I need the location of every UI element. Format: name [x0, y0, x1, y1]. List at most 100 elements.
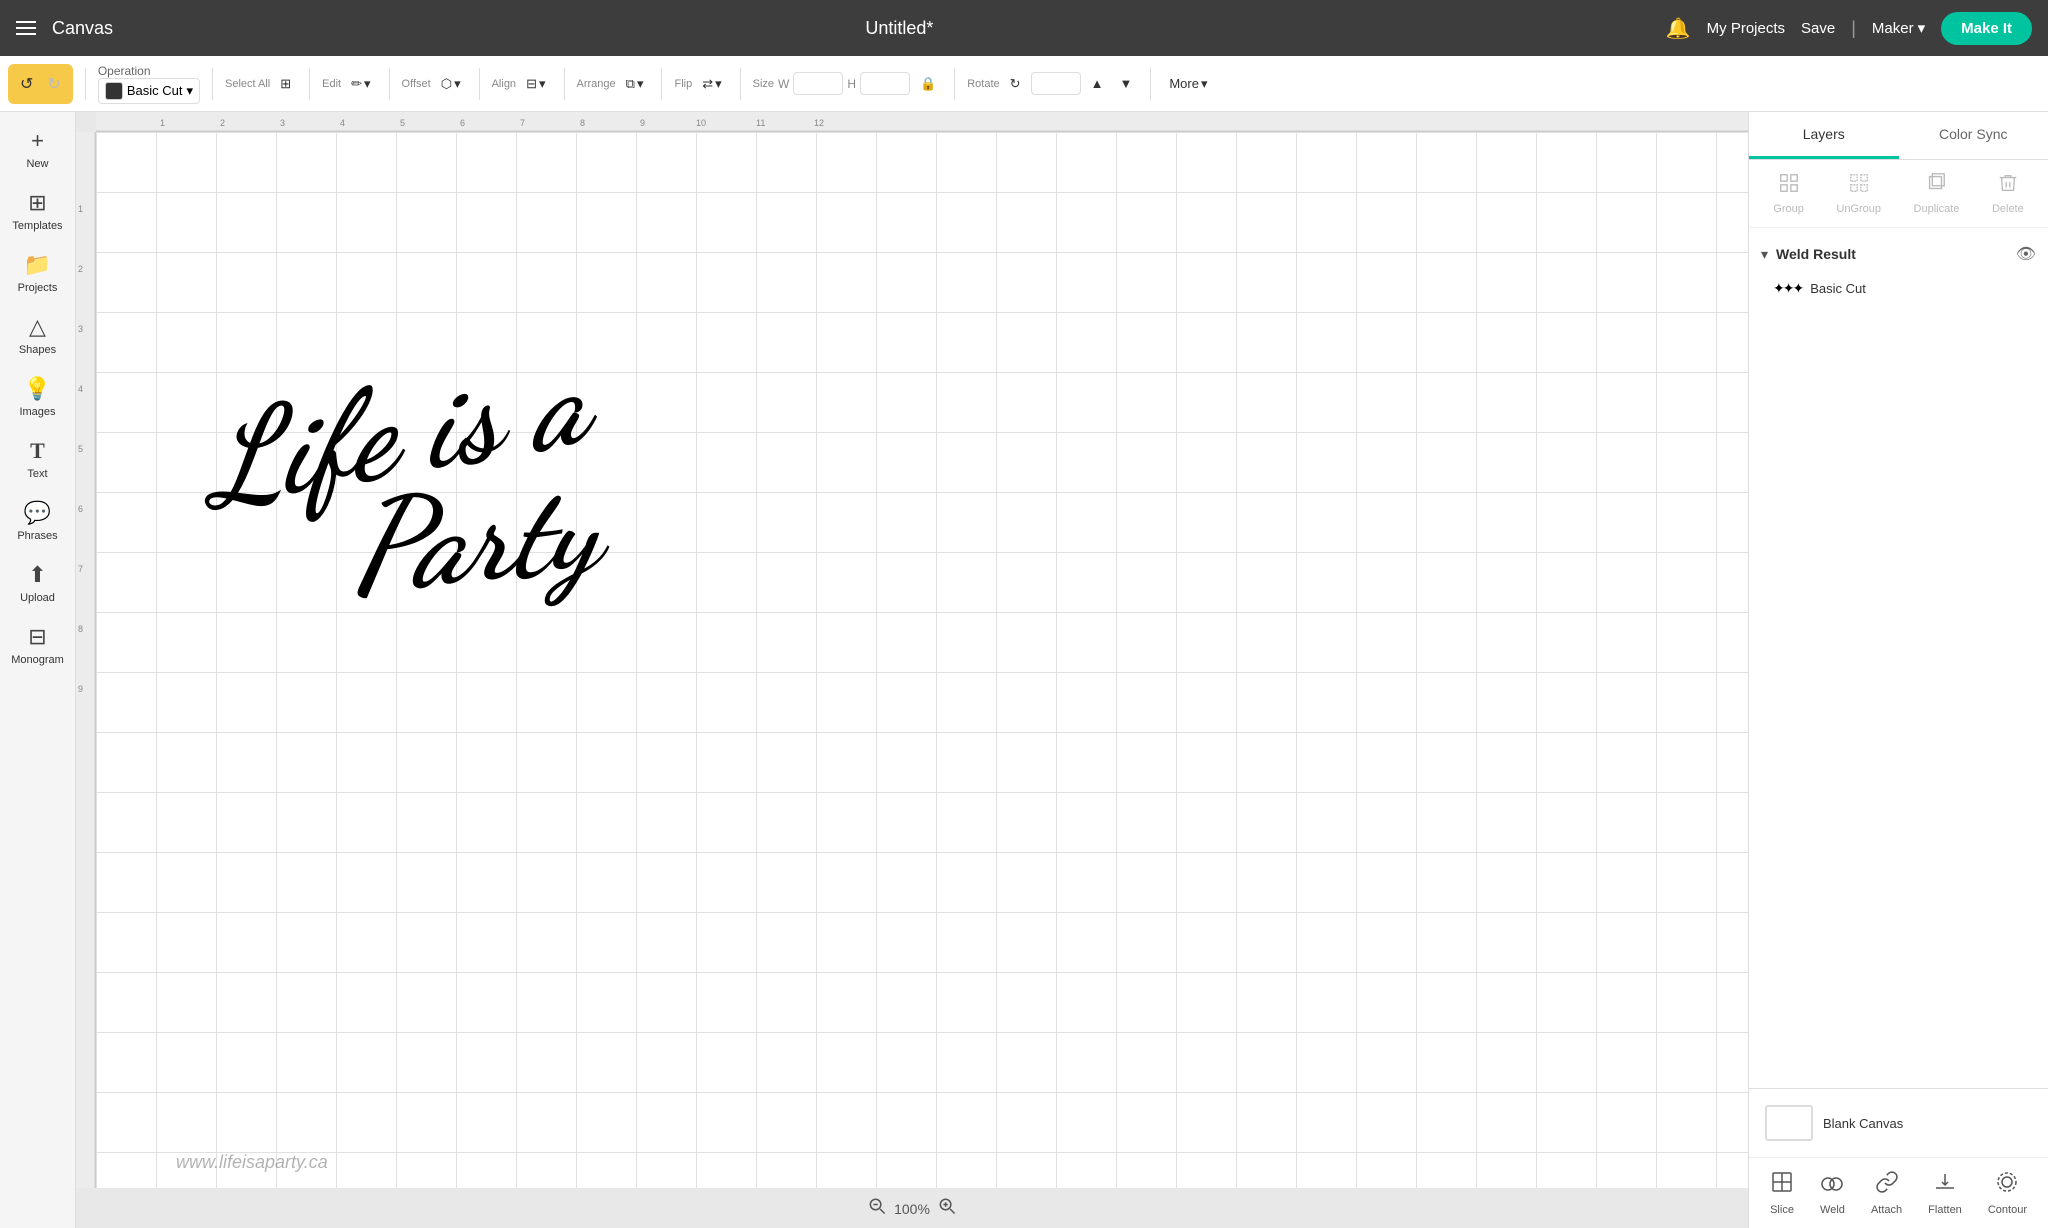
right-panel: Layers Color Sync Group: [1748, 112, 2048, 1228]
operation-chevron-icon: ▾: [186, 83, 193, 99]
blank-canvas-button[interactable]: Blank Canvas: [1761, 1101, 2036, 1145]
tab-color-sync[interactable]: Color Sync: [1899, 112, 2048, 159]
select-all-button[interactable]: ⊞: [274, 72, 297, 96]
sidebar-item-images[interactable]: 💡 Images: [4, 368, 72, 426]
sidebar-item-projects[interactable]: 📁 Projects: [4, 244, 72, 302]
svg-text:4: 4: [78, 384, 83, 394]
select-all-group: Select All ⊞: [225, 72, 297, 96]
sidebar-item-templates[interactable]: ⊞ Templates: [4, 182, 72, 240]
rotate-stepper-down[interactable]: ▼: [1113, 72, 1138, 95]
slice-button[interactable]: Slice: [1762, 1166, 1802, 1220]
tab-layers[interactable]: Layers: [1749, 112, 1899, 159]
undo-button[interactable]: ↺: [14, 70, 39, 98]
operation-group: Operation Basic Cut ▾: [98, 64, 200, 104]
toolbar: ↺ ↻ Operation Basic Cut ▾ Select All ⊞ E…: [0, 56, 2048, 112]
rotate-stepper-up[interactable]: ▲: [1085, 72, 1110, 95]
ungroup-button[interactable]: UnGroup: [1828, 168, 1889, 219]
group-icon: [1778, 172, 1800, 199]
height-input[interactable]: [860, 72, 910, 95]
attach-label: Attach: [1871, 1204, 1902, 1216]
delete-button[interactable]: Delete: [1984, 168, 2032, 219]
toolbar-separator-5: [479, 68, 480, 100]
slice-label: Slice: [1770, 1204, 1794, 1216]
svg-text:9: 9: [640, 118, 645, 128]
projects-icon: 📁: [24, 252, 51, 278]
svg-text:2: 2: [78, 264, 83, 274]
phrases-icon: 💬: [24, 500, 51, 526]
sidebar-item-label-monogram: Monogram: [11, 654, 64, 666]
svg-text:12: 12: [814, 118, 824, 128]
sidebar-item-phrases[interactable]: 💬 Phrases: [4, 492, 72, 550]
toolbar-separator-6: [564, 68, 565, 100]
lock-ratio-button[interactable]: 🔒: [914, 72, 942, 96]
canvas-watermark: www.lifeisaparty.ca: [176, 1152, 328, 1173]
sidebar-item-upload[interactable]: ⬆ Upload: [4, 554, 72, 612]
topbar-divider: |: [1851, 18, 1856, 39]
flip-label: Flip: [674, 78, 692, 90]
bell-icon[interactable]: 🔔: [1666, 16, 1691, 41]
rotate-input[interactable]: [1031, 72, 1081, 95]
more-button[interactable]: More ▾: [1163, 72, 1213, 96]
layer-basic-cut[interactable]: ✦✦✦ Basic Cut: [1757, 272, 2040, 305]
edit-button[interactable]: ✏ ▾: [345, 72, 376, 96]
slice-icon: [1770, 1170, 1794, 1200]
maker-chevron-icon: ▾: [1918, 19, 1926, 37]
rotate-label: Rotate: [967, 78, 999, 90]
sidebar-item-label-shapes: Shapes: [19, 344, 56, 356]
svg-text:1: 1: [160, 118, 165, 128]
arrange-label: Arrange: [577, 78, 616, 90]
document-title: Untitled*: [149, 18, 1650, 39]
align-button[interactable]: ⊟ ▾: [520, 72, 551, 96]
svg-text:9: 9: [78, 684, 83, 694]
operation-select[interactable]: Basic Cut ▾: [98, 78, 200, 104]
edit-chevron-icon: ▾: [364, 76, 371, 92]
offset-button[interactable]: ⬡ ▾: [435, 72, 467, 96]
visibility-toggle-icon[interactable]: 👁: [2016, 244, 2036, 264]
flatten-button[interactable]: Flatten: [1920, 1166, 1970, 1220]
offset-group: Offset ⬡ ▾: [402, 72, 467, 96]
menu-icon[interactable]: [16, 21, 36, 35]
my-projects-link[interactable]: My Projects: [1707, 20, 1785, 37]
app-name: Canvas: [52, 18, 113, 39]
redo-button[interactable]: ↻: [41, 70, 66, 98]
flip-button[interactable]: ⇄ ▾: [696, 72, 727, 96]
save-button[interactable]: Save: [1801, 20, 1835, 37]
make-it-button[interactable]: Make It: [1941, 12, 2032, 45]
sidebar-item-monogram[interactable]: ⊟ Monogram: [4, 616, 72, 674]
blank-canvas-label: Blank Canvas: [1823, 1116, 1903, 1131]
arrange-button[interactable]: ⧉ ▾: [620, 72, 650, 96]
weld-button[interactable]: Weld: [1812, 1166, 1853, 1220]
rotate-icon[interactable]: ↻: [1004, 72, 1027, 96]
operation-label: Operation: [98, 64, 200, 78]
zoom-out-button[interactable]: [868, 1197, 886, 1220]
toolbar-separator-7: [661, 68, 662, 100]
maker-dropdown[interactable]: Maker ▾: [1872, 19, 1925, 37]
svg-text:5: 5: [400, 118, 405, 128]
zoom-in-button[interactable]: [938, 1197, 956, 1220]
width-input[interactable]: [793, 72, 843, 95]
flip-icon: ⇄: [702, 76, 713, 92]
contour-button[interactable]: Contour: [1980, 1166, 2035, 1220]
layers-weld-result-header[interactable]: ▾ Weld Result 👁: [1757, 236, 2040, 272]
sidebar-item-shapes[interactable]: △ Shapes: [4, 306, 72, 364]
toolbar-separator-9: [954, 68, 955, 100]
sidebar-item-text[interactable]: T Text: [4, 430, 72, 488]
maker-label: Maker: [1872, 20, 1914, 37]
svg-text:3: 3: [280, 118, 285, 128]
attach-button[interactable]: Attach: [1863, 1166, 1910, 1220]
lock-icon: 🔒: [920, 76, 936, 92]
svg-text:3: 3: [78, 324, 83, 334]
align-icon: ⊟: [526, 76, 537, 92]
toolbar-separator-8: [740, 68, 741, 100]
canvas-area[interactable]: 1 2 3 4 5 6 7 8 9 10 11 12 1 2 3 4: [76, 112, 1748, 1228]
offset-icon: ⬡: [441, 76, 452, 92]
layer-icons: ✦✦✦: [1773, 280, 1802, 297]
sidebar-item-new[interactable]: + New: [4, 120, 72, 178]
select-all-icon: ⊞: [280, 76, 291, 92]
templates-icon: ⊞: [28, 190, 46, 216]
group-button[interactable]: Group: [1765, 168, 1812, 219]
shapes-icon: △: [29, 314, 46, 340]
svg-text:10: 10: [696, 118, 706, 128]
duplicate-button[interactable]: Duplicate: [1906, 168, 1968, 219]
ungroup-label: UnGroup: [1836, 203, 1881, 215]
